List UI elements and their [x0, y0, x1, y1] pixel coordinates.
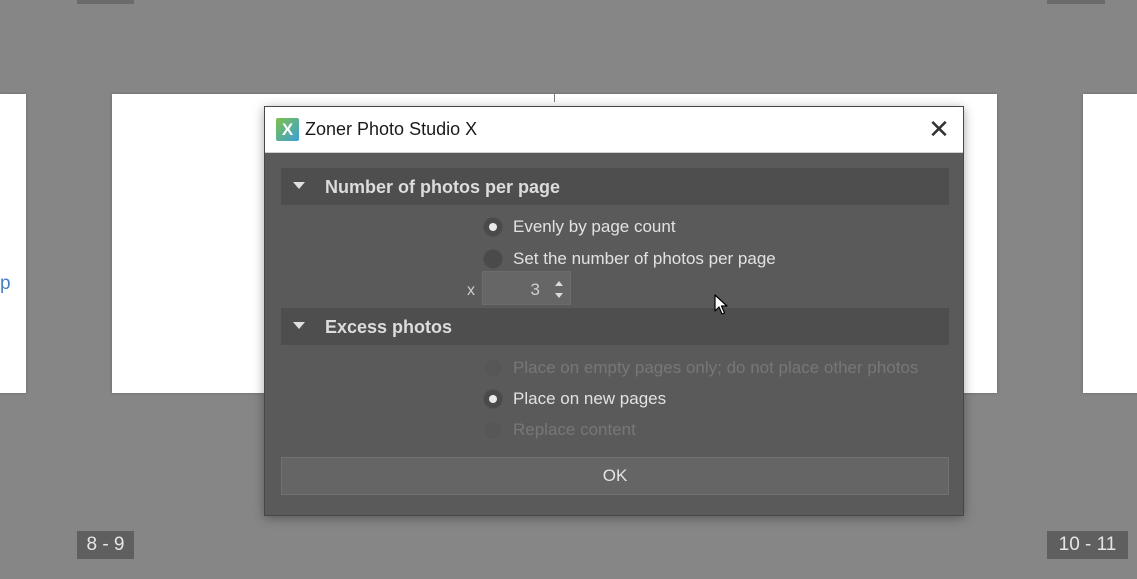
option-label: Set the number of photos per page	[513, 249, 776, 268]
mouse-pointer-icon	[714, 294, 728, 315]
right-page-partial[interactable]	[1083, 94, 1137, 393]
radio-button-disabled	[483, 420, 503, 440]
triangle-down-icon	[293, 322, 305, 329]
ok-button[interactable]: OK	[281, 457, 949, 495]
page-number-badge-left: 8 - 9	[77, 531, 134, 559]
dialog-title: Zoner Photo Studio X	[305, 119, 478, 139]
option-label: Evenly by page count	[513, 217, 676, 236]
option-label: Place on new pages	[513, 389, 667, 408]
arrow-down-icon[interactable]	[555, 293, 563, 298]
option-label: Replace content	[513, 420, 636, 439]
stepper-value[interactable]: 3	[531, 280, 540, 300]
left-page-partial	[0, 94, 26, 393]
option-label: Place on empty pages only; do not place …	[513, 358, 919, 377]
app-icon-letter: X	[281, 120, 294, 139]
section-title: Excess photos	[325, 317, 453, 337]
photos-per-page-dialog: X Zoner Photo Studio X ✕ Number of photo…	[264, 106, 964, 516]
close-icon[interactable]: ✕	[925, 116, 953, 142]
photos-per-page-stepper[interactable]: 3	[482, 271, 571, 305]
radio-button-selected[interactable]	[483, 217, 503, 237]
section-photos-per-page-header[interactable]: Number of photos per page	[281, 168, 949, 205]
section-excess-photos-header[interactable]: Excess photos	[281, 308, 949, 345]
left-page-text-fragment: p	[0, 273, 11, 294]
spinner-prefix: x	[467, 282, 475, 299]
section-title: Number of photos per page	[325, 177, 561, 197]
zoner-app-icon: X	[276, 118, 299, 141]
spread-center-marker	[554, 94, 555, 102]
top-page-tab-left	[77, 0, 134, 4]
triangle-down-icon	[293, 182, 305, 189]
radio-button[interactable]	[483, 249, 503, 269]
arrow-up-icon[interactable]	[555, 281, 563, 286]
radio-button-selected[interactable]	[483, 389, 503, 409]
page-number-badge-right: 10 - 11	[1047, 531, 1128, 559]
radio-button-disabled	[483, 358, 503, 378]
dialog-titlebar[interactable]: X Zoner Photo Studio X ✕	[265, 107, 963, 153]
top-page-tab-right	[1047, 0, 1105, 4]
